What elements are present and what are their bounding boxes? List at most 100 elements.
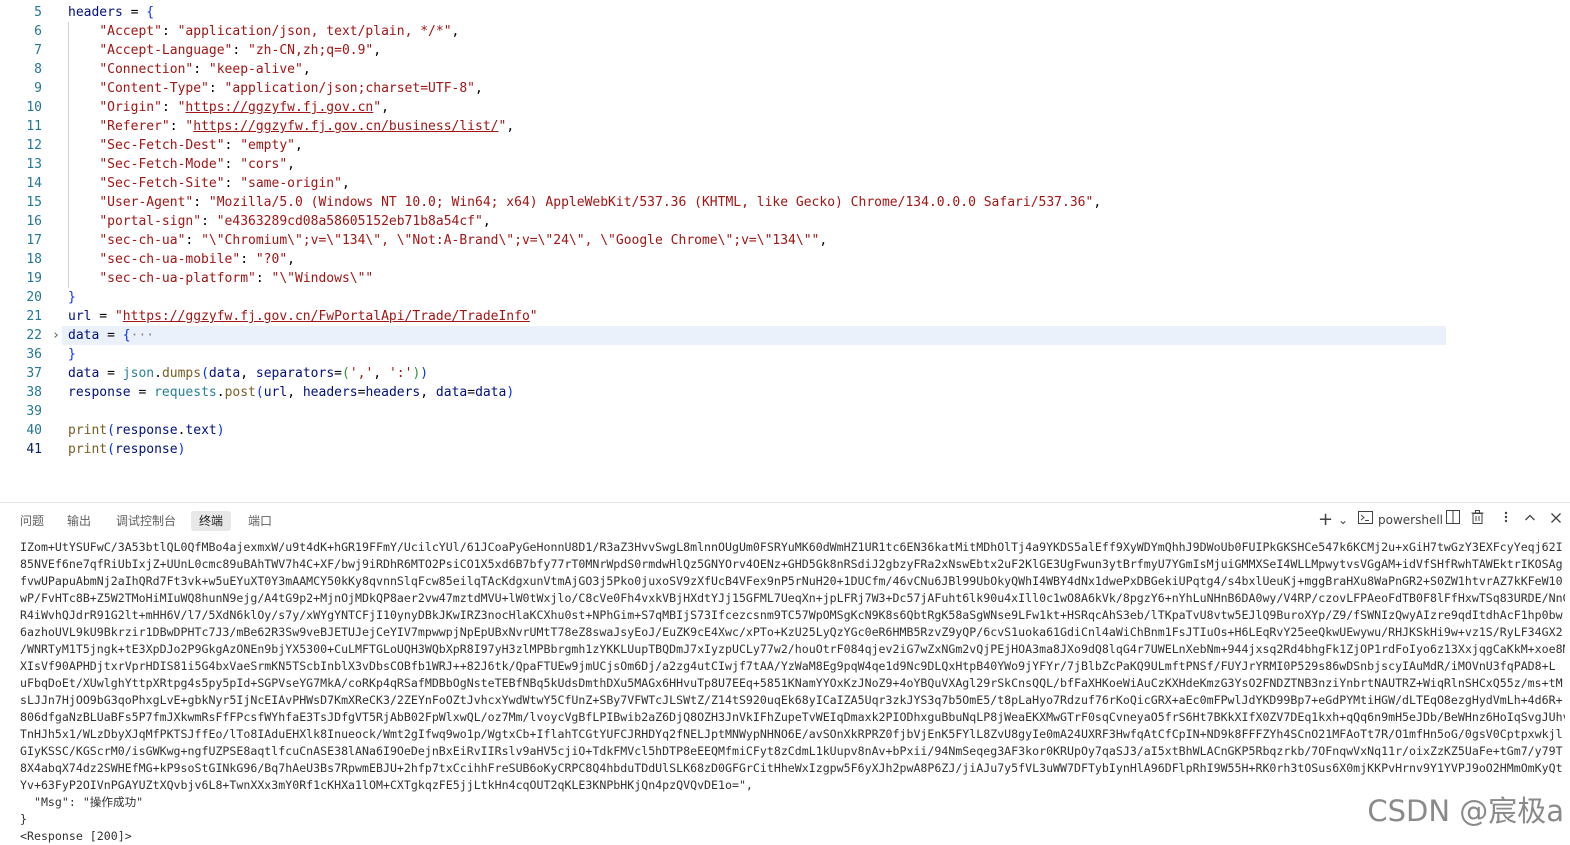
code-token: :	[169, 119, 186, 134]
code-line[interactable]: 14 "Sec-Fetch-Site": "same-origin",	[0, 174, 1570, 193]
line-number: 36	[26, 347, 42, 362]
code-line[interactable]: 19 "sec-ch-ua-platform": "\"Windows\""	[0, 269, 1570, 288]
code-token: "	[114, 309, 123, 324]
code-token: ,	[341, 176, 350, 191]
code-token: :	[161, 24, 178, 39]
code-token: :	[185, 233, 202, 248]
terminal-line: 8X4abqX74dz2SWHEfMG+kP9soStGINkG96/Bq7hA…	[20, 761, 1563, 775]
new-terminal-button[interactable]: +	[1318, 510, 1333, 530]
code-token[interactable]: https://ggzyfw.fj.gov.cn/FwPortalApi/Tra…	[123, 309, 530, 324]
code-token: :	[193, 62, 209, 77]
code-line[interactable]: 6 "Accept": "application/json, text/plai…	[0, 22, 1570, 41]
code-token: data	[475, 385, 507, 400]
code-token: =	[99, 366, 123, 381]
tab-problems[interactable]: 问题	[12, 511, 52, 531]
code-line[interactable]: 12 "Sec-Fetch-Dest": "empty",	[0, 136, 1570, 155]
code-token: ···	[130, 328, 155, 343]
code-line[interactable]: 8 "Connection": "keep-alive",	[0, 60, 1570, 79]
code-token: ,	[420, 385, 436, 400]
code-token: text	[185, 423, 217, 438]
code-line[interactable]: 36}	[0, 345, 1570, 364]
code-token: {	[122, 328, 131, 343]
code-token: =	[122, 5, 147, 20]
code-editor[interactable]: 5 headers = {6 "Accept": "application/jso…	[0, 0, 1570, 502]
code-token: =	[467, 385, 476, 400]
tab-output[interactable]: 输出	[59, 511, 99, 531]
line-number: 15	[26, 195, 42, 210]
terminal-line: GIyKSSC/KGScrM0/isGWKwg+ngfUZPSE8aqtlfcu…	[20, 744, 1563, 758]
code-text: }	[68, 345, 76, 364]
code-text: "User-Agent": "Mozilla/5.0 (Windows NT 1…	[68, 193, 1101, 212]
code-text: "Origin": "https://ggzyfw.fj.gov.cn",	[68, 98, 389, 117]
code-line[interactable]: 7 "Accept-Language": "zh-CN,zh;q=0.9",	[0, 41, 1570, 60]
terminal-line: fvwUPapuAbmNj2aIhQRd7Ft3vk+w5uEYuXT0Y3mA…	[20, 574, 1563, 588]
terminal-line: /WNRTyM1T5jngk+tE3XpDJo2P9GkgAzONEn9bjYX…	[20, 642, 1565, 656]
terminal-line: IZom+UtYSUFwC/3A53btlQL0QfMBo4ajexmxW/u9…	[20, 540, 1563, 554]
code-text: "Sec-Fetch-Dest": "empty",	[68, 136, 303, 155]
code-token: "Sec-Fetch-Site"	[99, 176, 225, 191]
code-token: separators	[255, 366, 335, 381]
tab-debug-console[interactable]: 调试控制台	[108, 511, 184, 531]
code-line[interactable]: 21 url = "https://ggzyfw.fj.gov.cn/FwPort…	[0, 307, 1570, 326]
line-number: 16	[26, 214, 42, 229]
code-line[interactable]: 38 response = requests.post(url, headers =…	[0, 383, 1570, 402]
line-number: 38	[26, 385, 42, 400]
line-number: 20	[26, 290, 42, 305]
line-number: 18	[26, 252, 42, 267]
code-line[interactable]: 17 "sec-ch-ua": "\"Chromium\";v=\"134\",…	[0, 231, 1570, 250]
code-token: "e4363289cd08a58605152eb71b8a54cf"	[216, 214, 483, 229]
code-token: headers	[68, 5, 123, 20]
terminal-shell-name[interactable]: powershell	[1378, 510, 1443, 530]
code-token: "User-Agent"	[99, 195, 194, 210]
code-token[interactable]: https://ggzyfw.fj.gov.cn	[185, 100, 373, 115]
code-text: "Content-Type": "application/json;charse…	[68, 79, 483, 98]
code-token: data	[68, 366, 100, 381]
code-text: "sec-ch-ua": "\"Chromium\";v=\"134\", \"…	[68, 231, 827, 250]
code-token[interactable]: https://ggzyfw.fj.gov.cn/business/list/	[193, 119, 498, 134]
chevron-down-icon[interactable]: ⌄	[1338, 510, 1348, 530]
code-line[interactable]: 9 "Content-Type": "application/json;char…	[0, 79, 1570, 98]
code-text: "Sec-Fetch-Mode": "cors",	[68, 155, 295, 174]
code-line[interactable]: 15 "User-Agent": "Mozilla/5.0 (Windows N…	[0, 193, 1570, 212]
terminal-line: 806dfgaNzBLUaBFs5P7fmJXkwmRsFfFPcsfWYhfa…	[20, 710, 1565, 724]
code-token: post	[224, 385, 256, 400]
code-line[interactable]: 18 "sec-ch-ua-mobile": "?0",	[0, 250, 1570, 269]
maximize-panel-icon[interactable]	[1524, 510, 1536, 530]
code-token: (	[341, 366, 350, 381]
code-line[interactable]: 10 "Origin": "https://ggzyfw.fj.gov.cn",	[0, 98, 1570, 117]
code-text: "Connection": "keep-alive",	[68, 60, 310, 79]
code-line[interactable]: 41 print(response)	[0, 440, 1570, 459]
code-line[interactable]: 39	[0, 402, 1570, 421]
tab-terminal[interactable]: 终端	[191, 511, 232, 531]
line-number: 19	[26, 271, 42, 286]
more-actions-icon[interactable]	[1500, 510, 1512, 530]
code-text: print(response.text)	[68, 421, 225, 440]
code-token: "\"Windows\""	[271, 271, 374, 286]
code-line[interactable]: 11 "Referer": "https://ggzyfw.fj.gov.cn/…	[0, 117, 1570, 136]
code-line[interactable]: 5 headers = {	[0, 3, 1570, 22]
line-number: 22	[26, 328, 42, 343]
code-token: ,	[287, 252, 295, 267]
split-terminal-icon[interactable]	[1446, 510, 1460, 530]
code-line[interactable]: 40 print(response.text)	[0, 421, 1570, 440]
code-token: =	[91, 309, 115, 324]
code-line[interactable]: 16 "portal-sign": "e4363289cd08a58605152…	[0, 212, 1570, 231]
close-panel-icon[interactable]	[1550, 510, 1562, 530]
code-token: print	[68, 423, 108, 438]
code-token: ','	[349, 366, 374, 381]
fold-chevron-icon[interactable]: ›	[52, 326, 60, 345]
terminal-line: TnHJh5x1/WLzDbyXJqMfPKTSJffEo/lTo8IAduEH…	[20, 727, 1563, 741]
code-line[interactable]: 20}	[0, 288, 1570, 307]
code-token: "Accept"	[99, 24, 162, 39]
terminal-output[interactable]: IZom+UtYSUFwC/3A53btlQL0QfMBo4ajexmxW/u9…	[20, 539, 1565, 845]
code-line[interactable]: 37 data = json.dumps(data, separators=(',…	[0, 364, 1570, 383]
code-line[interactable]: 22 › data = {···	[0, 326, 1570, 345]
trash-icon[interactable]	[1471, 510, 1484, 530]
line-number: 8	[34, 62, 42, 77]
code-token: headers	[302, 385, 358, 400]
code-line[interactable]: 13 "Sec-Fetch-Mode": "cors",	[0, 155, 1570, 174]
tab-ports[interactable]: 端口	[240, 511, 280, 531]
